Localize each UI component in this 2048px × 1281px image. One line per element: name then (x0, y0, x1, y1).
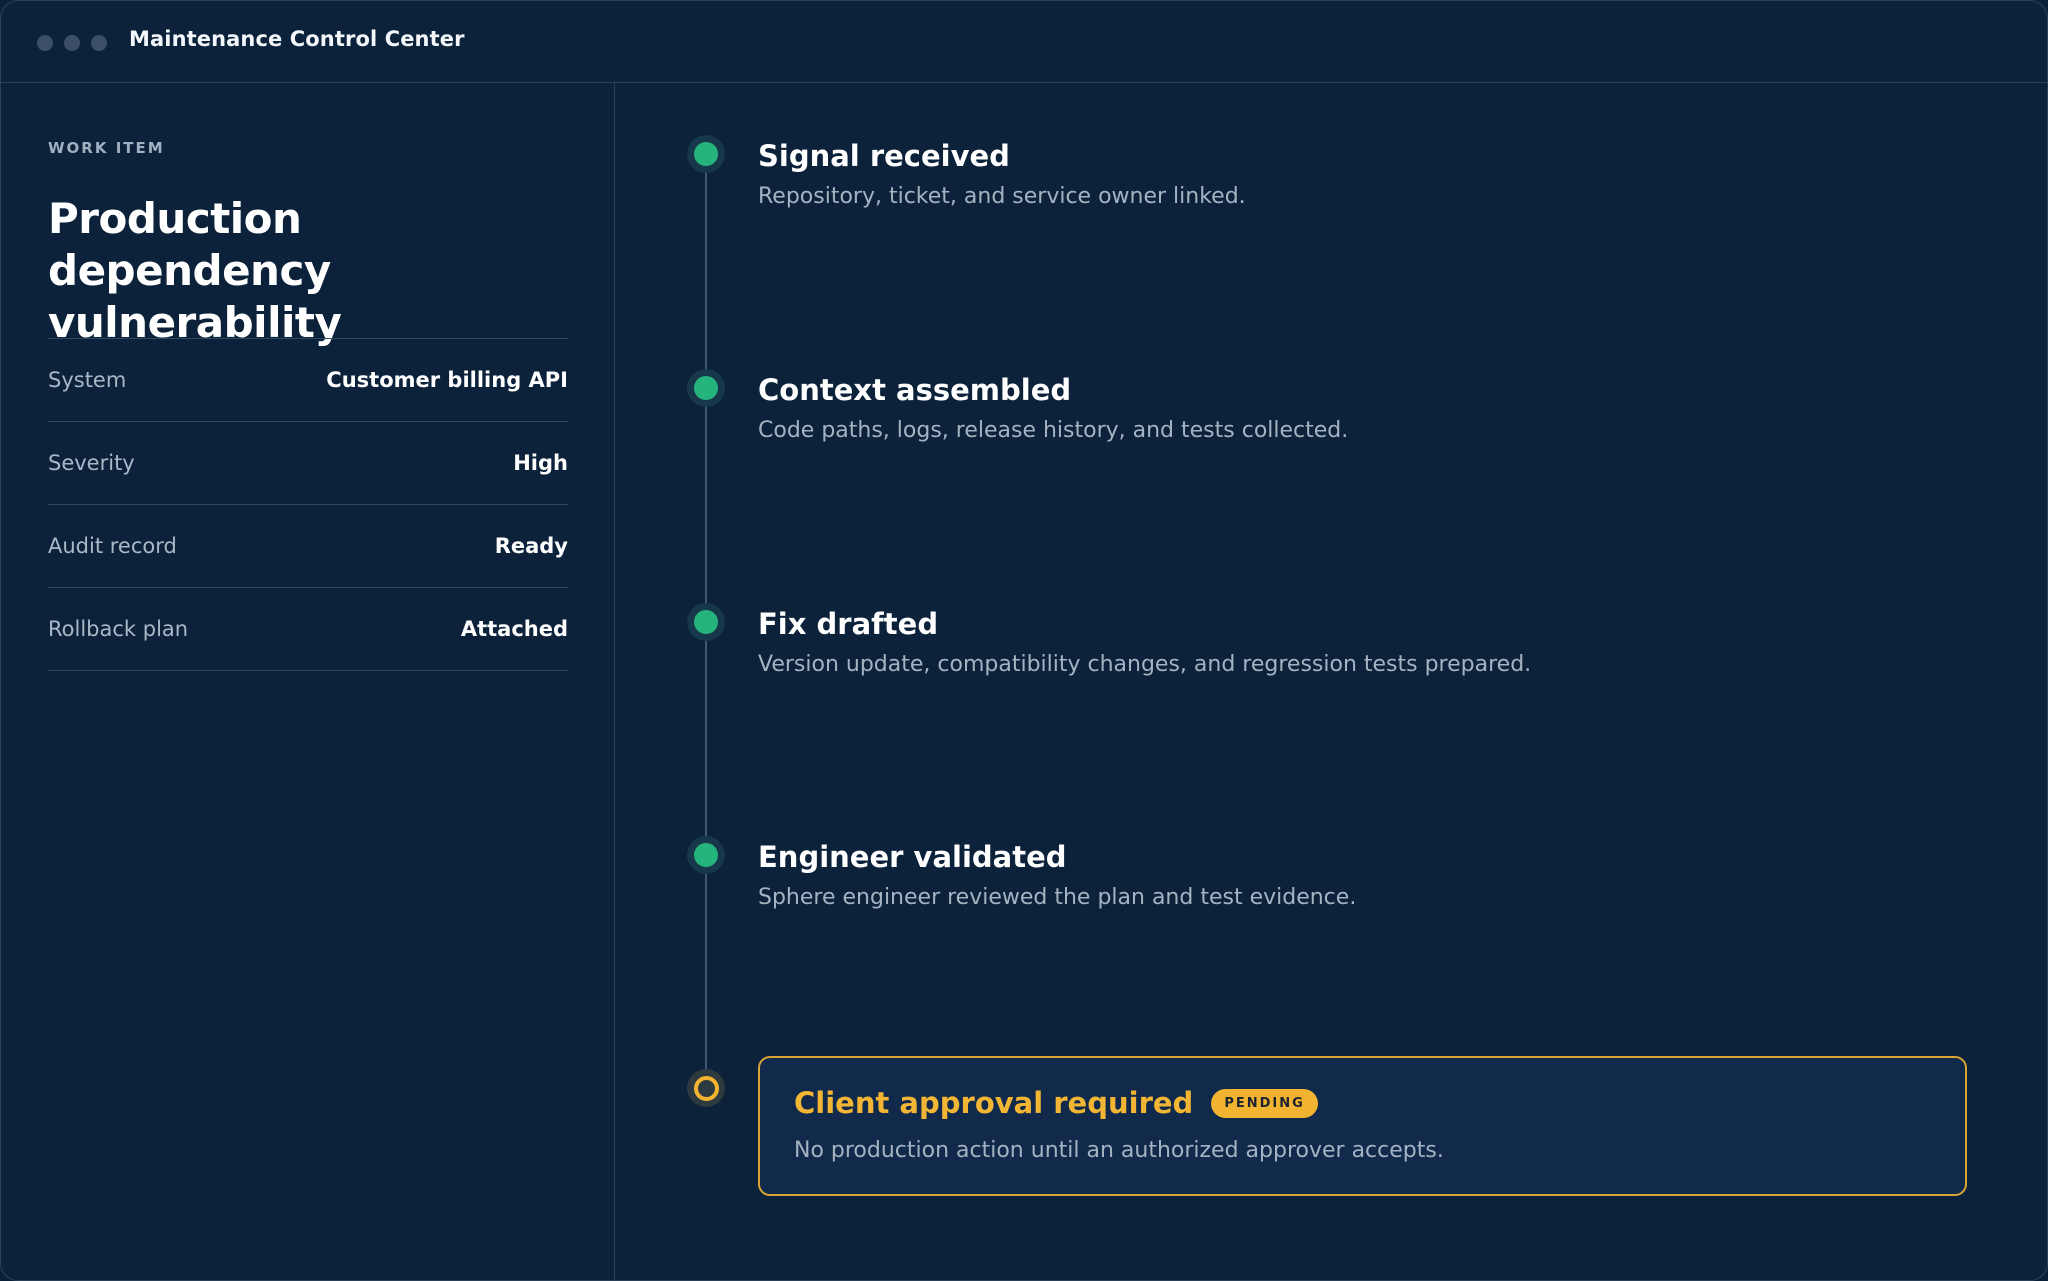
approval-header: Client approval required PENDING (794, 1086, 1318, 1120)
work-item-properties: System Customer billing API Severity Hig… (48, 338, 568, 671)
title-bar: Maintenance Control Center (1, 1, 2047, 83)
step-title: Signal received (758, 139, 1010, 173)
property-value: Attached (460, 617, 568, 641)
step-complete-icon (687, 135, 725, 173)
client-approval-card[interactable]: Client approval required PENDING No prod… (758, 1056, 1967, 1196)
maximize-window-button[interactable] (91, 35, 107, 51)
pending-badge: PENDING (1211, 1088, 1318, 1118)
timeline-step-engineer-validated: Engineer validated Sphere engineer revie… (758, 839, 1356, 913)
property-value: Ready (494, 534, 568, 558)
property-row-system: System Customer billing API (48, 339, 568, 422)
property-label: Severity (48, 451, 135, 475)
close-window-button[interactable] (37, 35, 53, 51)
workflow-timeline: Signal received Repository, ticket, and … (615, 83, 2047, 1280)
step-title: Context assembled (758, 373, 1072, 407)
timeline-step-context-assembled: Context assembled Code paths, logs, rele… (758, 372, 1348, 446)
property-row-rollback-plan: Rollback plan Attached (48, 588, 568, 671)
timeline-step-fix-drafted: Fix drafted Version update, compatibilit… (758, 606, 1531, 680)
step-title: Fix drafted (758, 607, 939, 641)
step-complete-icon (687, 836, 725, 874)
app-window: Maintenance Control Center WORK ITEM Pro… (0, 0, 2048, 1281)
step-description: Repository, ticket, and service owner li… (758, 184, 1246, 209)
step-description: Code paths, logs, release history, and t… (758, 418, 1349, 443)
property-value: Customer billing API (326, 368, 568, 392)
approval-description: No production action until an authorized… (794, 1138, 1444, 1163)
timeline-step-signal-received: Signal received Repository, ticket, and … (758, 138, 1246, 212)
property-value: High (513, 451, 568, 475)
work-item-panel: WORK ITEM Production dependency vulnerab… (1, 83, 615, 1280)
minimize-window-button[interactable] (64, 35, 80, 51)
step-complete-icon (687, 603, 725, 641)
step-complete-icon (687, 369, 725, 407)
window-controls (37, 35, 107, 51)
property-label: Audit record (48, 534, 177, 558)
work-item-title: Production dependency vulnerability (48, 194, 342, 347)
step-description: Sphere engineer reviewed the plan and te… (758, 885, 1357, 910)
step-description: Version update, compatibility changes, a… (758, 652, 1532, 677)
property-label: System (48, 368, 127, 392)
step-pending-icon (687, 1069, 725, 1107)
property-row-severity: Severity High (48, 422, 568, 505)
window-title: Maintenance Control Center (129, 27, 465, 51)
approval-title: Client approval required (794, 1086, 1194, 1120)
property-row-audit-record: Audit record Ready (48, 505, 568, 588)
step-title: Engineer validated (758, 840, 1067, 874)
property-label: Rollback plan (48, 617, 189, 641)
work-item-eyebrow: WORK ITEM (48, 139, 165, 157)
